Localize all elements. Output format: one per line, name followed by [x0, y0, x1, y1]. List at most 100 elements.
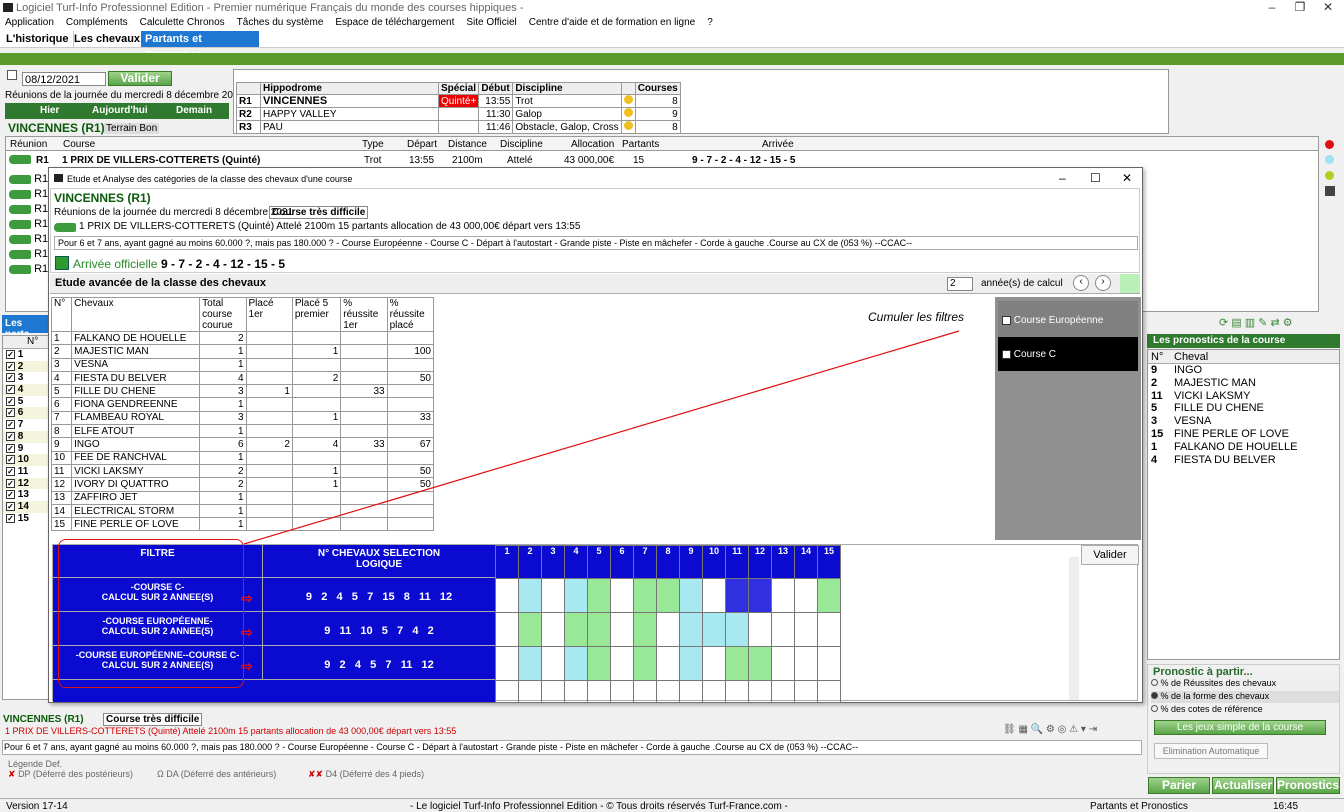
menu-telechargement[interactable]: Espace de téléchargement	[335, 17, 454, 28]
grid-cell[interactable]	[633, 646, 657, 681]
partant-checkbox[interactable]: ✓	[6, 443, 15, 453]
partant-row[interactable]: ✓ 12	[3, 477, 49, 490]
partant-checkbox[interactable]: ✓	[6, 396, 15, 406]
grid-cell[interactable]	[679, 578, 703, 613]
menu-aide[interactable]: Centre d'aide et de formation en ligne	[529, 17, 695, 28]
grid-cell[interactable]	[725, 612, 749, 647]
tab-historique[interactable]: L'historique	[2, 31, 74, 47]
grid-cell[interactable]	[633, 578, 657, 613]
pronostic-row[interactable]: 15 FINE PERLE OF LOVE	[1148, 428, 1339, 441]
grid-cell[interactable]	[771, 578, 795, 613]
menu-application[interactable]: Application	[5, 17, 54, 28]
partant-checkbox[interactable]: ✓	[6, 431, 15, 441]
grid-cell[interactable]	[610, 578, 634, 613]
grid-cell[interactable]	[541, 646, 565, 681]
pronostic-row[interactable]: 9 INGO	[1148, 364, 1339, 377]
grid-cell[interactable]	[633, 612, 657, 647]
option-forme[interactable]: % de la forme des chevaux	[1161, 691, 1270, 701]
tab-chevaux[interactable]: Les chevaux	[70, 31, 144, 47]
grid-cell[interactable]	[495, 612, 519, 647]
actualiser-button[interactable]: Actualiser	[1212, 777, 1274, 794]
grid-cell[interactable]	[748, 578, 772, 613]
partant-row[interactable]: ✓ 1	[3, 349, 49, 361]
grid-cell[interactable]	[587, 646, 611, 681]
grid-cell[interactable]	[564, 612, 588, 647]
partant-row[interactable]: ✓ 9	[3, 443, 49, 455]
pronostic-row[interactable]: 4 FIESTA DU BELVER	[1148, 454, 1339, 467]
partant-row[interactable]: ✓ 6	[3, 407, 49, 420]
grid-cell[interactable]	[518, 646, 542, 681]
grid-cell[interactable]	[564, 578, 588, 613]
menu-taches[interactable]: Tâches du système	[237, 17, 324, 28]
menu-complements[interactable]: Compléments	[66, 17, 128, 28]
grid-cell[interactable]	[794, 646, 818, 681]
menu-help[interactable]: ?	[707, 17, 713, 28]
pronostic-row[interactable]: 2 MAJESTIC MAN	[1148, 377, 1339, 390]
grid-cell[interactable]	[541, 612, 565, 647]
grid-cell[interactable]	[794, 578, 818, 613]
grid-cell[interactable]	[817, 578, 841, 613]
grid-cell[interactable]	[725, 578, 749, 613]
partant-row[interactable]: ✓ 8	[3, 430, 49, 443]
grid-cell[interactable]	[541, 680, 565, 703]
grid-cell[interactable]	[656, 646, 680, 681]
menu-calculette[interactable]: Calculette Chronos	[140, 17, 225, 28]
grid-cell[interactable]	[656, 612, 680, 647]
partant-checkbox[interactable]: ✓	[6, 408, 15, 418]
grid-cell[interactable]	[771, 680, 795, 703]
partant-checkbox[interactable]: ✓	[6, 501, 15, 511]
partant-row[interactable]: ✓ 3	[3, 372, 49, 384]
grid-cell[interactable]	[817, 612, 841, 647]
tab-partants[interactable]: Partants et Pronostics	[141, 31, 259, 61]
date-select[interactable]: 08/12/2021	[22, 72, 106, 86]
calendar-icon[interactable]	[7, 70, 17, 80]
grid-cell[interactable]	[725, 680, 749, 703]
option-reussites[interactable]: % de Réussites des chevaux	[1161, 678, 1277, 688]
partant-checkbox[interactable]: ✓	[6, 361, 15, 371]
grid-cell[interactable]	[702, 578, 726, 613]
partant-checkbox[interactable]: ✓	[6, 466, 15, 476]
pronostic-row[interactable]: 5 FILLE DU CHENE	[1148, 402, 1339, 415]
pronostic-row[interactable]: 1 FALKANO DE HOUELLE	[1148, 441, 1339, 454]
grid-cell[interactable]	[702, 646, 726, 681]
grid-cell[interactable]	[794, 680, 818, 703]
red-status-icon[interactable]	[1325, 140, 1334, 149]
filter-europeenne[interactable]: ✓ Course Européenne	[998, 301, 1138, 339]
race-row-1[interactable]: R1 1 PRIX DE VILLERS-COTTERETS (Quinté) …	[6, 153, 1318, 167]
aujourdhui-button[interactable]: Aujourd'hui	[92, 105, 148, 116]
grid-cell[interactable]	[748, 680, 772, 703]
partant-checkbox[interactable]: ✓	[6, 478, 15, 488]
pronostic-row[interactable]: 11 VICKI LAKSMY	[1148, 390, 1339, 403]
option-cotes[interactable]: % des cotes de référence	[1161, 704, 1263, 714]
grid-cell[interactable]	[679, 612, 703, 647]
partant-row[interactable]: ✓ 4	[3, 384, 49, 396]
toolbar-icons[interactable]: ⟳ ▤ ▥ ✎ ⇄ ⚙	[1219, 316, 1337, 329]
bottom-toolbar[interactable]: ⛓ ▦ 🔍 ⚙ ◎ ⚠ ▾ ⇥	[1003, 724, 1097, 735]
elimination-button[interactable]: Elimination Automatique	[1154, 743, 1268, 759]
grid-cell[interactable]	[587, 612, 611, 647]
partant-row[interactable]: ✓ 2	[3, 360, 49, 373]
table-row[interactable]: R2 HAPPY VALLEY 11:30 Galop 9	[236, 107, 681, 121]
demain-button[interactable]: Demain	[176, 105, 212, 116]
pronostics-button[interactable]: Pronostics	[1276, 777, 1340, 794]
grid-cell[interactable]	[679, 680, 703, 703]
grid-cell[interactable]	[587, 578, 611, 613]
grid-cell[interactable]	[495, 646, 519, 681]
filter-scrollbar[interactable]	[1069, 557, 1079, 700]
pdf-icon[interactable]	[1325, 186, 1335, 196]
cyan-status-icon[interactable]	[1325, 155, 1334, 164]
grid-cell[interactable]	[679, 646, 703, 681]
grid-cell[interactable]	[610, 612, 634, 647]
grid-cell[interactable]	[748, 646, 772, 681]
partant-row[interactable]: ✓ 13	[3, 489, 49, 501]
grid-cell[interactable]	[702, 680, 726, 703]
partant-checkbox[interactable]: ✓	[6, 350, 15, 359]
grid-cell[interactable]	[564, 646, 588, 681]
partant-checkbox[interactable]: ✓	[6, 420, 15, 430]
partants-tab[interactable]: Les parta	[2, 315, 50, 340]
partant-checkbox[interactable]: ✓	[6, 490, 15, 500]
grid-cell[interactable]	[587, 680, 611, 703]
partant-row[interactable]: ✓ 10	[3, 454, 49, 466]
partant-row[interactable]: ✓ 15	[3, 513, 49, 525]
table-row[interactable]: R1 VINCENNES Quinté+ 13:55 Trot 8	[236, 94, 681, 108]
